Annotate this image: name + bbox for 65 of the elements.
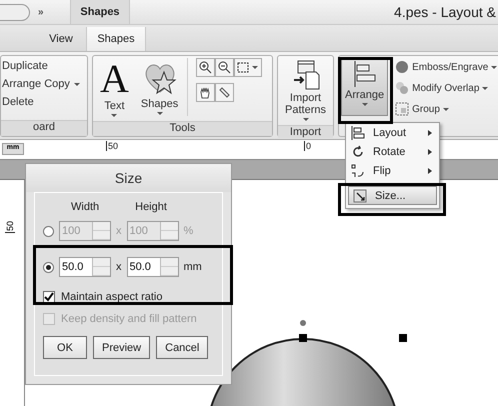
ribbon-button[interactable]: Group xyxy=(395,102,498,116)
ribbon-button[interactable]: Emboss/Engrave xyxy=(395,60,498,74)
align-left-icon xyxy=(352,61,377,87)
window-title: 4.pes - Layout & xyxy=(394,4,496,20)
align-icon xyxy=(351,126,365,140)
checkbox-label: Maintain aspect ratio xyxy=(61,291,162,303)
dialog-button[interactable]: Preview xyxy=(93,336,150,359)
group-label: oard xyxy=(1,120,87,136)
dialog-button[interactable]: OK xyxy=(43,336,87,359)
group-label: Import xyxy=(278,125,333,138)
arrange-button[interactable]: Arrange xyxy=(341,58,388,116)
zoom-in-icon xyxy=(199,61,212,74)
width-spin-field[interactable]: 50.0 xyxy=(59,257,111,277)
group-label: Tools xyxy=(93,121,272,136)
checkbox[interactable] xyxy=(43,291,55,303)
import-pattern-icon xyxy=(292,60,320,90)
context-tab-header: Shapes xyxy=(70,0,130,24)
rotate-icon xyxy=(351,144,365,158)
shapes-button[interactable]: Shapes xyxy=(138,58,182,117)
ribbon-button[interactable]: Delete xyxy=(2,96,80,108)
column-header: Width xyxy=(71,201,100,213)
menu-item[interactable]: Layout xyxy=(346,123,439,142)
dialog-button[interactable]: Cancel xyxy=(156,336,208,359)
checkmark-icon xyxy=(44,292,54,302)
zoom-out-button[interactable] xyxy=(215,58,234,77)
ruler-label: 50 xyxy=(5,221,15,233)
flip-icon xyxy=(351,164,365,178)
height-input[interactable]: 50.0 xyxy=(128,258,160,276)
text-tool-button[interactable]: A Text xyxy=(97,58,132,119)
fit-view-button[interactable] xyxy=(234,58,262,77)
ruler-icon xyxy=(218,86,232,99)
ruler-tool-button[interactable] xyxy=(215,83,234,102)
radio-button[interactable] xyxy=(43,262,54,272)
zoom-out-icon xyxy=(218,61,232,74)
group-icon xyxy=(395,102,410,116)
ribbon-tab[interactable]: View xyxy=(36,27,86,51)
sphere-icon xyxy=(395,60,410,74)
unit-label: % xyxy=(184,225,194,237)
caret-icon xyxy=(362,103,368,106)
menu-item[interactable]: Rotate xyxy=(346,142,439,161)
resize-icon xyxy=(353,188,367,202)
menu-item[interactable]: Size... xyxy=(348,186,437,205)
ribbon-tab[interactable]: Shapes xyxy=(86,27,146,51)
dialog-title: Size xyxy=(26,164,231,192)
zoom-in-button[interactable] xyxy=(196,58,216,77)
ribbon-button[interactable]: Modify Overlap xyxy=(395,81,498,95)
checkbox-label: Keep density and fill pattern xyxy=(61,313,197,325)
dashed-frame-icon xyxy=(237,61,260,74)
unit-label: mm xyxy=(184,261,202,273)
ribbon-button[interactable]: Arrange Copy xyxy=(2,78,80,90)
height-spin-field[interactable]: 50.0 xyxy=(126,257,178,277)
toolbar-overflow[interactable]: » xyxy=(38,6,44,18)
ruler-label: 0 xyxy=(304,141,312,151)
width-input[interactable]: 50.0 xyxy=(60,258,92,276)
times-sign: x xyxy=(116,261,122,273)
menu-item[interactable]: Flip xyxy=(346,161,439,180)
ruler-label: 50 xyxy=(106,141,118,151)
highlight-frame xyxy=(338,57,393,124)
hand-icon xyxy=(199,86,212,99)
hand-tool-button[interactable] xyxy=(196,83,216,102)
column-header: Height xyxy=(135,201,167,213)
overlap-icon xyxy=(395,81,410,95)
ribbon-button[interactable]: Duplicate xyxy=(2,60,80,72)
import-patterns-button[interactable]: Import Patterns xyxy=(282,58,329,123)
times-sign: x xyxy=(116,225,122,237)
